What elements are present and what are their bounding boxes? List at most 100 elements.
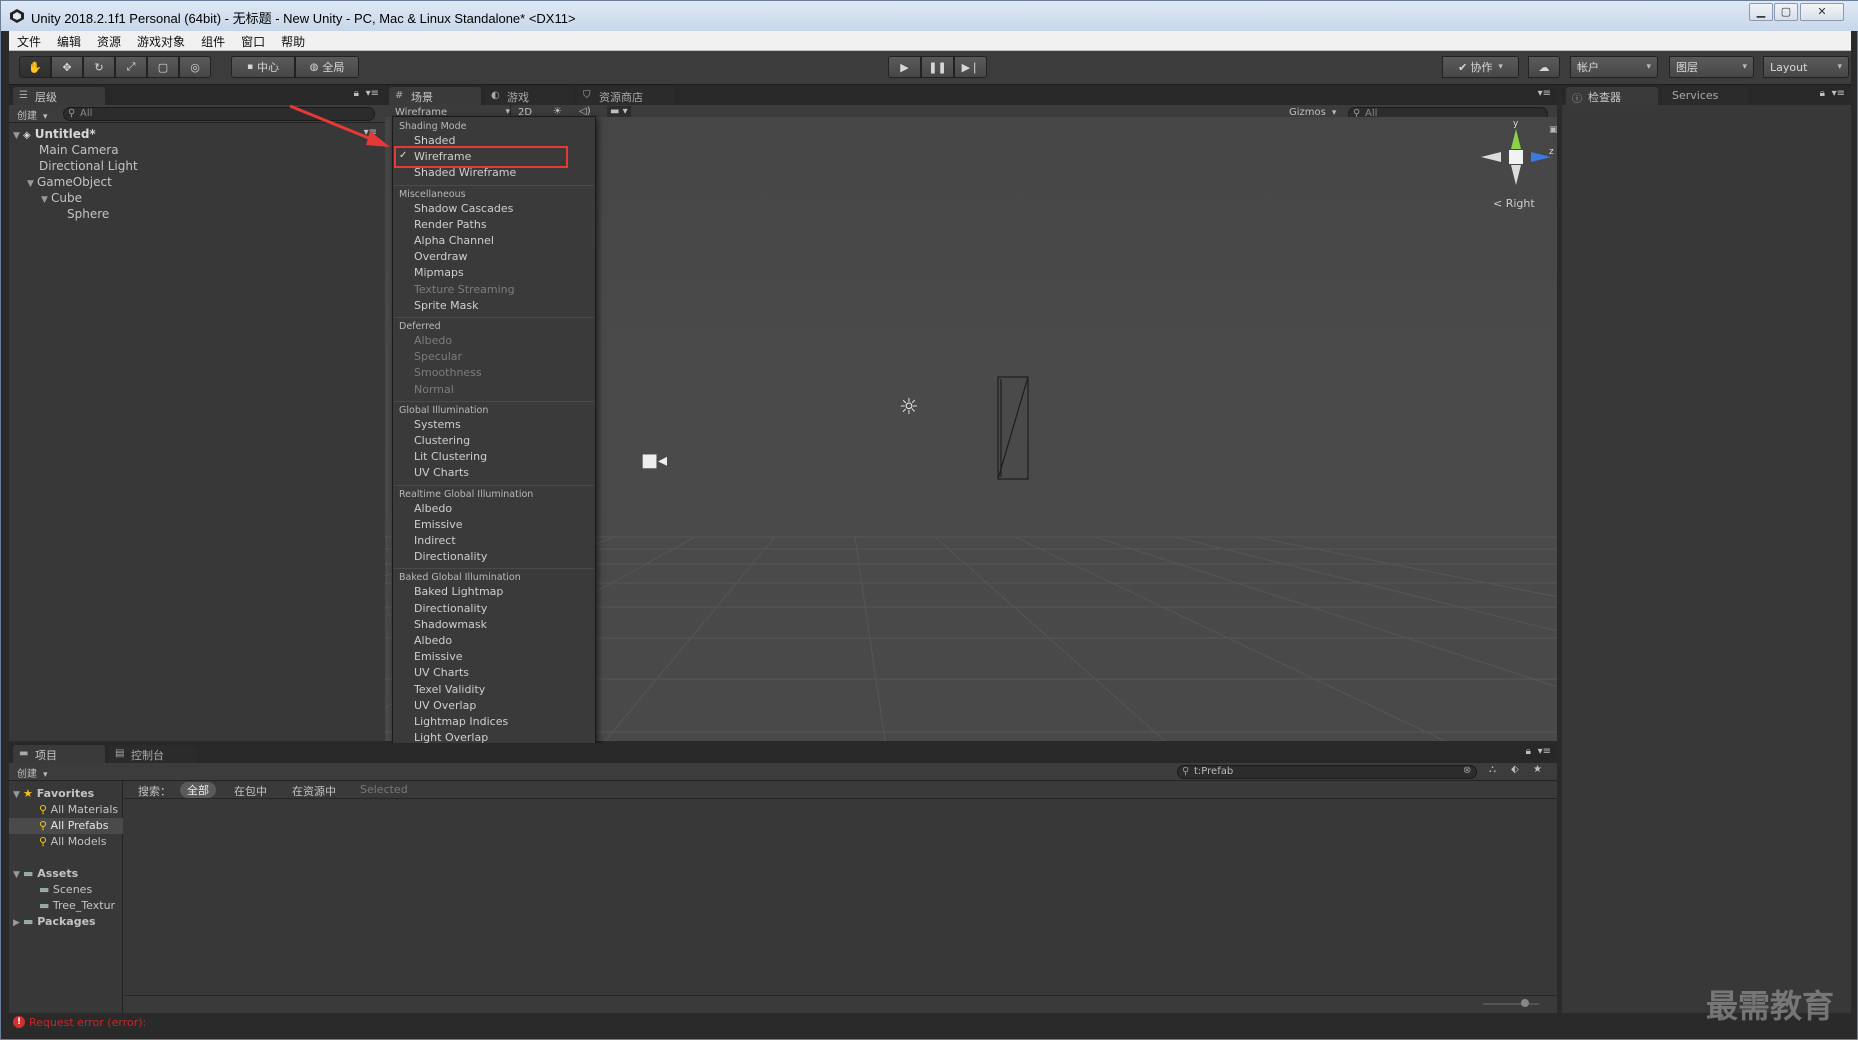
hierarchy-item[interactable]: Sphere (67, 207, 109, 223)
asset-folder-item[interactable]: ▬ Tree_Textur (39, 899, 115, 912)
shading-menu-item[interactable]: UV Overlap (414, 699, 476, 712)
shading-menu-item[interactable]: UV Charts (414, 666, 469, 679)
shading-menu-item[interactable]: Render Paths (414, 218, 487, 231)
shading-menu-item[interactable]: Directionality (414, 602, 487, 615)
menu-edit[interactable]: 编辑 (49, 31, 89, 51)
panel-menu-icon[interactable]: ▾≡ (1832, 88, 1845, 99)
shading-menu-item[interactable]: Albedo (414, 502, 452, 515)
lock-icon[interactable]: ▣ (1549, 125, 1557, 135)
scale-tool-button[interactable]: ⤢ (115, 56, 147, 78)
account-dropdown[interactable]: 帐户 (1570, 56, 1658, 78)
shading-menu-item[interactable]: Shaded Wireframe (414, 166, 516, 179)
shading-menu-item[interactable]: Shadowmask (414, 618, 487, 631)
shading-menu-item[interactable]: UV Charts (414, 466, 469, 479)
hierarchy-item-expandable[interactable]: ▼ GameObject (27, 175, 112, 191)
scene-orientation-gizmo[interactable]: y z < Right ▣ (1469, 119, 1557, 235)
create-dropdown[interactable]: 创建 (17, 107, 48, 122)
tab-game[interactable]: ◐ 游戏 (485, 87, 573, 105)
menu-file[interactable]: 文件 (9, 31, 49, 51)
lock-icon[interactable]: 🔒︎ (1526, 746, 1531, 757)
shading-menu-item[interactable]: Sprite Mask (414, 299, 478, 312)
filter-label-icon[interactable]: ⬖ (1511, 764, 1519, 775)
icon-size-slider[interactable] (1483, 1003, 1539, 1005)
menu-component[interactable]: 组件 (193, 31, 233, 51)
rect-tool-button[interactable]: ▢ (147, 56, 179, 78)
play-button[interactable]: ▶ (888, 56, 921, 78)
maximize-button[interactable]: ▢ (1774, 3, 1798, 21)
favorite-item[interactable]: ⚲ All Materials (39, 803, 118, 816)
collab-dropdown[interactable]: ✔ 协作 (1442, 56, 1519, 78)
camera-icon[interactable]: ■◂ (641, 450, 667, 471)
shading-menu-item[interactable]: Lit Clustering (414, 450, 487, 463)
menu-help[interactable]: 帮助 (273, 31, 313, 51)
tab-project[interactable]: ▬ 项目 (13, 745, 105, 763)
shading-menu-item[interactable]: Clustering (414, 434, 470, 447)
shading-menu-item[interactable]: Lightmap Indices (414, 715, 508, 728)
lock-icon[interactable]: 🔒︎ (1820, 88, 1825, 99)
filter-selected-button[interactable]: Selected (360, 783, 408, 796)
slider-handle[interactable] (1521, 999, 1529, 1007)
filter-package-button[interactable]: 在包中 (234, 783, 267, 799)
favorites-row[interactable]: ▼ ★ Favorites (13, 787, 94, 800)
favorite-item[interactable]: ⚲ All Models (39, 835, 106, 848)
tab-services[interactable]: Services (1662, 87, 1748, 105)
project-search-input[interactable]: t:Prefab (1177, 765, 1477, 779)
lock-icon[interactable]: 🔒︎ (354, 88, 359, 99)
panel-menu-icon[interactable]: ▾≡ (366, 88, 379, 99)
shading-menu-item[interactable]: Indirect (414, 534, 456, 547)
layout-dropdown[interactable]: Layout (1763, 56, 1849, 78)
hierarchy-item[interactable]: Main Camera (39, 143, 119, 159)
save-search-star-icon[interactable]: ★ (1533, 764, 1542, 775)
menu-gameobject[interactable]: 游戏对象 (129, 31, 193, 51)
hand-tool-button[interactable]: ✋ (19, 56, 51, 78)
transform-tool-button[interactable]: ◎ (179, 56, 211, 78)
directional-light-icon[interactable]: ☼ (899, 395, 919, 420)
effects-icon[interactable]: ▬ ▾ (607, 106, 631, 117)
clear-search-icon[interactable]: ⊗ (1463, 765, 1471, 776)
shading-menu-item[interactable]: Texel Validity (414, 683, 485, 696)
pivot-global-button[interactable]: ◍ 全局 (295, 56, 359, 78)
step-button[interactable]: ▶❘ (954, 56, 987, 78)
cloud-button[interactable]: ☁ (1528, 56, 1560, 78)
move-tool-button[interactable]: ✥ (51, 56, 83, 78)
favorite-item-selected[interactable]: ⚲ All Prefabs (39, 819, 109, 832)
hierarchy-item-expandable[interactable]: ▼ Cube (41, 191, 82, 207)
asset-folder-item[interactable]: ▬ Scenes (39, 883, 92, 896)
shading-menu-item[interactable]: Baked Lightmap (414, 585, 503, 598)
pause-button[interactable]: ❚❚ (921, 56, 954, 78)
tab-console[interactable]: ▤ 控制台 (109, 745, 197, 763)
hierarchy-item[interactable]: Directional Light (39, 159, 138, 175)
filter-type-icon[interactable]: ⛬ (1489, 764, 1496, 775)
error-icon: ! (13, 1016, 25, 1028)
status-message[interactable]: Request error (error): (29, 1016, 146, 1029)
filter-all-button[interactable]: 全部 (180, 782, 216, 798)
shading-menu-item[interactable]: Directionality (414, 550, 487, 563)
filter-assets-button[interactable]: 在资源中 (292, 783, 336, 799)
shading-menu-item[interactable]: Mipmaps (414, 266, 464, 279)
tab-scene[interactable]: # 场景 (389, 87, 481, 105)
assets-row[interactable]: ▼ ▬ Assets (13, 867, 78, 880)
create-dropdown[interactable]: 创建 (17, 765, 48, 780)
menu-assets[interactable]: 资源 (89, 31, 129, 51)
layers-dropdown[interactable]: 图层 (1669, 56, 1754, 78)
shading-menu-item[interactable]: Emissive (414, 518, 463, 531)
menu-window[interactable]: 窗口 (233, 31, 273, 51)
rotate-tool-button[interactable]: ↻ (83, 56, 115, 78)
tab-inspector[interactable]: ⓘ 检查器 (1566, 87, 1658, 105)
pivot-center-button[interactable]: ▪ 中心 (231, 56, 295, 78)
shading-menu-item[interactable]: Systems (414, 418, 461, 431)
shading-menu-item[interactable]: Alpha Channel (414, 234, 494, 247)
tab-hierarchy[interactable]: ☰ 层级 (13, 87, 105, 105)
shading-menu-item[interactable]: Overdraw (414, 250, 468, 263)
shading-menu-item[interactable]: Emissive (414, 650, 463, 663)
menu-section-header: Deferred (399, 321, 441, 332)
packages-row[interactable]: ▶ ▬ Packages (13, 915, 96, 928)
panel-menu-icon[interactable]: ▾≡ (1538, 746, 1551, 757)
close-window-button[interactable]: ✕ (1800, 3, 1844, 21)
shading-menu-item[interactable]: Albedo (414, 634, 452, 647)
search-icon: ⚲ (39, 835, 48, 848)
panel-menu-icon[interactable]: ▾≡ (1538, 88, 1551, 99)
shading-menu-item[interactable]: Shadow Cascades (414, 202, 513, 215)
minimize-button[interactable]: ▁ (1749, 3, 1773, 21)
tab-asset-store[interactable]: ⛉ 资源商店 (577, 87, 675, 105)
